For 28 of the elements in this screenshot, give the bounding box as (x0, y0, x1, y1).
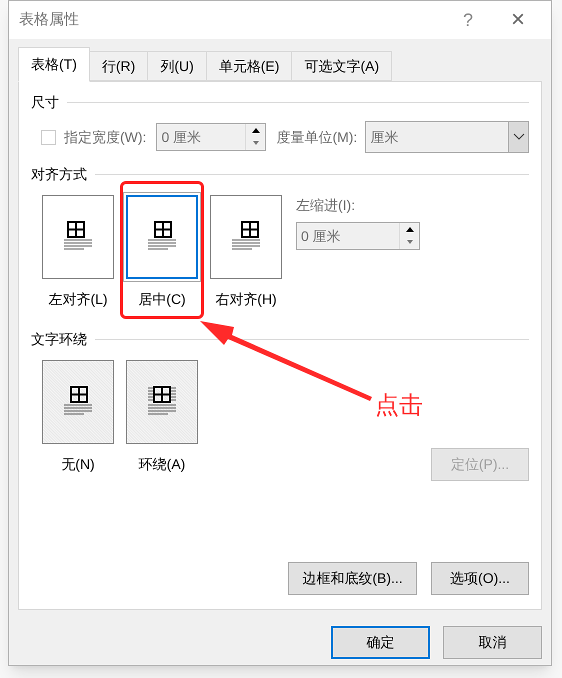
chevron-down-icon (512, 133, 524, 141)
option-label: 左对齐(L) (48, 290, 108, 309)
option-tile[interactable] (210, 195, 282, 279)
option-label: 右对齐(H) (215, 290, 277, 309)
annotation-text: 点击 (375, 391, 423, 421)
option-label: 无(N) (61, 455, 95, 474)
close-button[interactable]: × (503, 8, 533, 32)
dialog-button[interactable]: 取消 (443, 626, 542, 659)
checkbox-label: 指定宽度(W): (64, 128, 146, 147)
option-label: 居中(C) (138, 290, 186, 309)
section-heading: 文字环绕 (31, 330, 87, 349)
tab[interactable]: 表格(T) (18, 47, 90, 82)
field-label: 度量单位(M): (276, 128, 358, 147)
dialog-button[interactable]: 选项(O)... (431, 562, 529, 595)
field-label: 左缩进(I): (296, 196, 356, 215)
tab[interactable]: 列(U) (148, 51, 207, 81)
option-tile[interactable] (126, 195, 198, 279)
section-heading: 尺寸 (31, 93, 59, 112)
tab[interactable]: 可选文字(A) (292, 51, 392, 81)
dialog-button[interactable]: 边框和底纹(B)... (288, 562, 417, 595)
section-heading: 对齐方式 (31, 165, 87, 184)
option-label: 环绕(A) (138, 455, 186, 474)
window-title: 表格属性 (19, 10, 80, 30)
tab[interactable]: 行(R) (90, 51, 148, 81)
option-tile[interactable] (42, 195, 114, 279)
help-button[interactable]: ? (453, 6, 483, 34)
tab[interactable]: 单元格(E) (206, 51, 292, 81)
dialog-button[interactable]: 确定 (331, 626, 430, 659)
